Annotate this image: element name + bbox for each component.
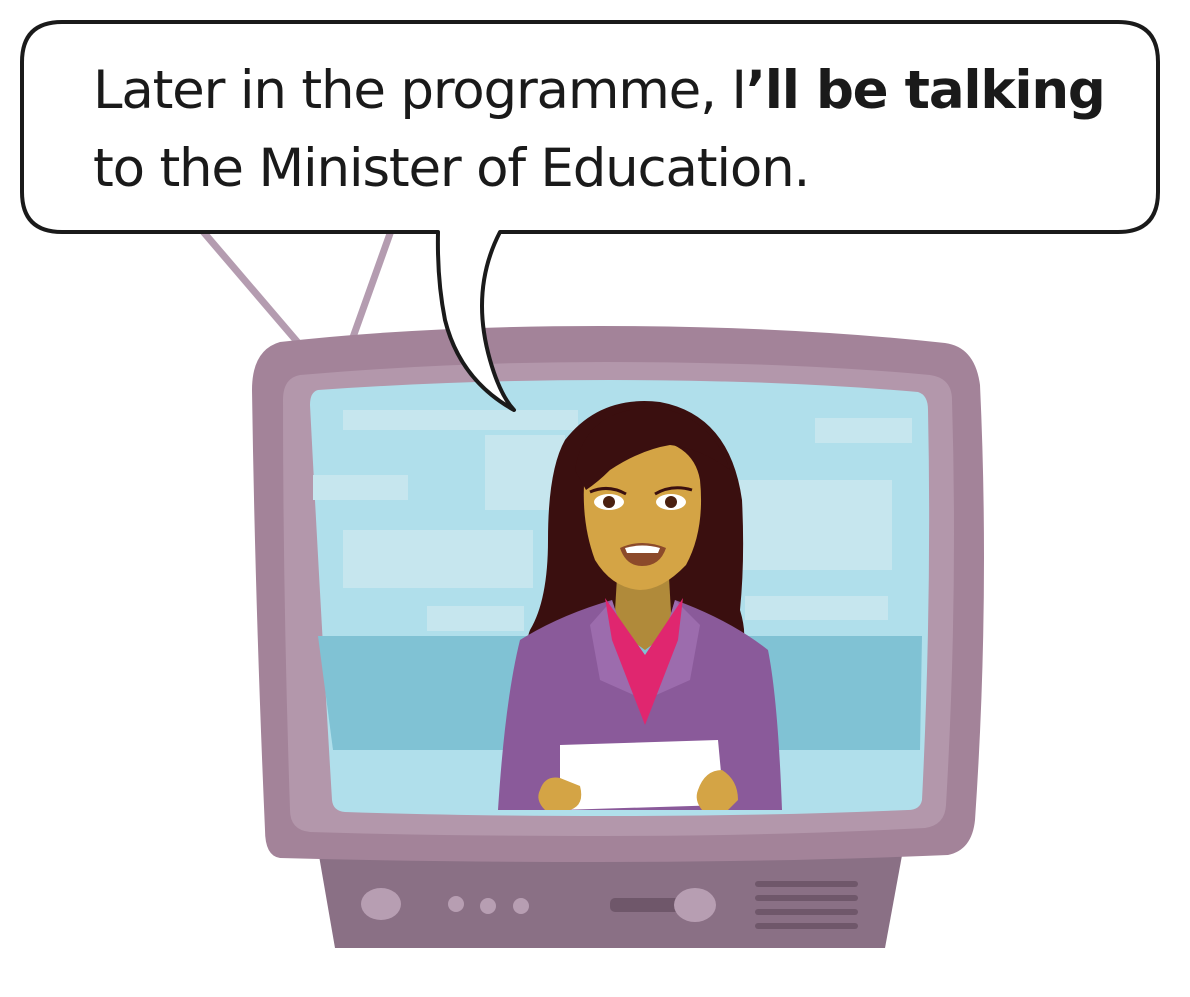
speech-line-1: Later in the programme, I’ll be talking xyxy=(93,52,1133,130)
tv-base xyxy=(318,850,903,948)
speech-line-2: to the Minister of Education. xyxy=(93,138,810,199)
antenna-icon xyxy=(197,225,396,348)
tv-dot xyxy=(480,898,496,914)
speech-line-1-plain: Later in the programme, I xyxy=(93,60,747,121)
tv-dot xyxy=(513,898,529,914)
speech-text: Later in the programme, I’ll be talking … xyxy=(93,52,1133,208)
tv-dot xyxy=(448,896,464,912)
tv-slider-knob xyxy=(674,888,716,922)
tv-knob xyxy=(361,888,401,920)
speech-line-1-bold: ’ll be talking xyxy=(745,60,1106,121)
